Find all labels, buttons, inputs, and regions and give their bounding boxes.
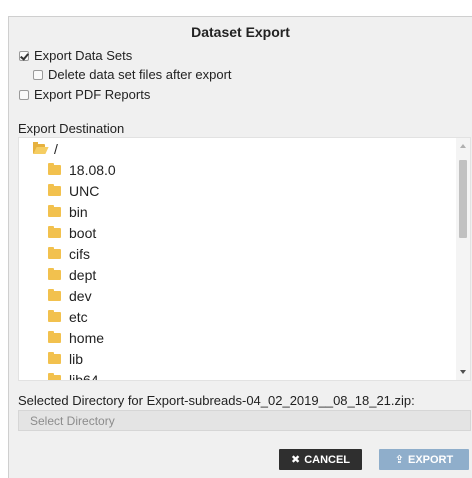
folder-icon — [48, 331, 61, 343]
tree-item-label: 18.08.0 — [69, 162, 116, 178]
tree-item-label: lib — [69, 351, 84, 367]
tree-item-label: UNC — [69, 183, 100, 199]
selected-directory-label: Selected Directory for Export-subreads-0… — [18, 393, 415, 408]
export-data-sets-label: Export Data Sets — [34, 48, 133, 63]
delete-files-option[interactable]: Delete data set files after export — [33, 67, 232, 82]
close-icon: ✖ — [290, 454, 301, 466]
tree-item[interactable]: cifs — [48, 244, 90, 264]
export-data-sets-checkbox[interactable] — [19, 50, 29, 61]
select-directory-field[interactable]: Select Directory — [18, 410, 471, 431]
folder-open-icon — [33, 142, 49, 154]
folder-icon — [48, 226, 61, 238]
export-button[interactable]: ⇪ EXPORT — [379, 449, 469, 470]
tree-item-label: bin — [69, 204, 88, 220]
export-button-label: EXPORT — [407, 453, 454, 466]
folder-icon — [48, 310, 61, 322]
tree-item-label: dev — [69, 288, 92, 304]
cancel-button[interactable]: ✖ CANCEL — [279, 449, 362, 470]
tree-item[interactable]: UNC — [48, 181, 99, 201]
tree-item[interactable]: bin — [48, 202, 88, 222]
directory-tree[interactable]: / 18.08.0 UNC bin boot cifs dept dev etc… — [18, 137, 471, 381]
tree-item[interactable]: lib64 — [48, 370, 99, 381]
folder-icon — [48, 352, 61, 364]
tree-item[interactable]: home — [48, 328, 104, 348]
folder-icon — [48, 289, 61, 301]
tree-item-label: boot — [69, 225, 97, 241]
tree-scrollbar[interactable] — [456, 138, 470, 380]
export-icon: ⇪ — [394, 454, 404, 466]
tree-item[interactable]: 18.08.0 — [48, 160, 116, 180]
export-data-sets-option[interactable]: Export Data Sets — [19, 48, 132, 63]
tree-item-label: home — [69, 330, 105, 346]
tree-item[interactable]: boot — [48, 223, 96, 243]
tree-root-item[interactable]: / — [33, 139, 58, 159]
tree-item[interactable]: dept — [48, 265, 96, 285]
cancel-button-label: CANCEL — [304, 453, 351, 466]
scroll-down-arrow-icon[interactable] — [460, 370, 466, 374]
export-destination-label: Export Destination — [18, 121, 125, 136]
tree-item-label: dept — [69, 267, 97, 283]
tree-item[interactable]: dev — [48, 286, 92, 306]
tree-item[interactable]: lib — [48, 349, 83, 369]
export-pdf-label: Export PDF Reports — [34, 87, 151, 102]
tree-item-label: cifs — [69, 246, 90, 262]
export-pdf-checkbox[interactable] — [19, 89, 29, 100]
dialog-title: Dataset Export — [191, 24, 290, 40]
folder-icon — [48, 247, 61, 259]
scroll-thumb[interactable] — [459, 160, 467, 238]
folder-icon — [48, 373, 61, 380]
folder-icon — [48, 268, 61, 280]
delete-files-checkbox[interactable] — [33, 69, 43, 80]
tree-root-label: / — [54, 141, 58, 157]
folder-icon — [48, 205, 61, 217]
scroll-up-arrow-icon[interactable] — [460, 144, 466, 148]
tree-item[interactable]: etc — [48, 307, 88, 327]
delete-files-label: Delete data set files after export — [48, 67, 232, 82]
tree-item-label: etc — [69, 309, 88, 325]
tree-item-label: lib64 — [69, 372, 99, 381]
dataset-export-dialog: Dataset Export Export Data Sets Delete d… — [8, 16, 472, 478]
folder-icon — [48, 163, 61, 175]
folder-icon — [48, 184, 61, 196]
export-pdf-option[interactable]: Export PDF Reports — [19, 87, 150, 102]
